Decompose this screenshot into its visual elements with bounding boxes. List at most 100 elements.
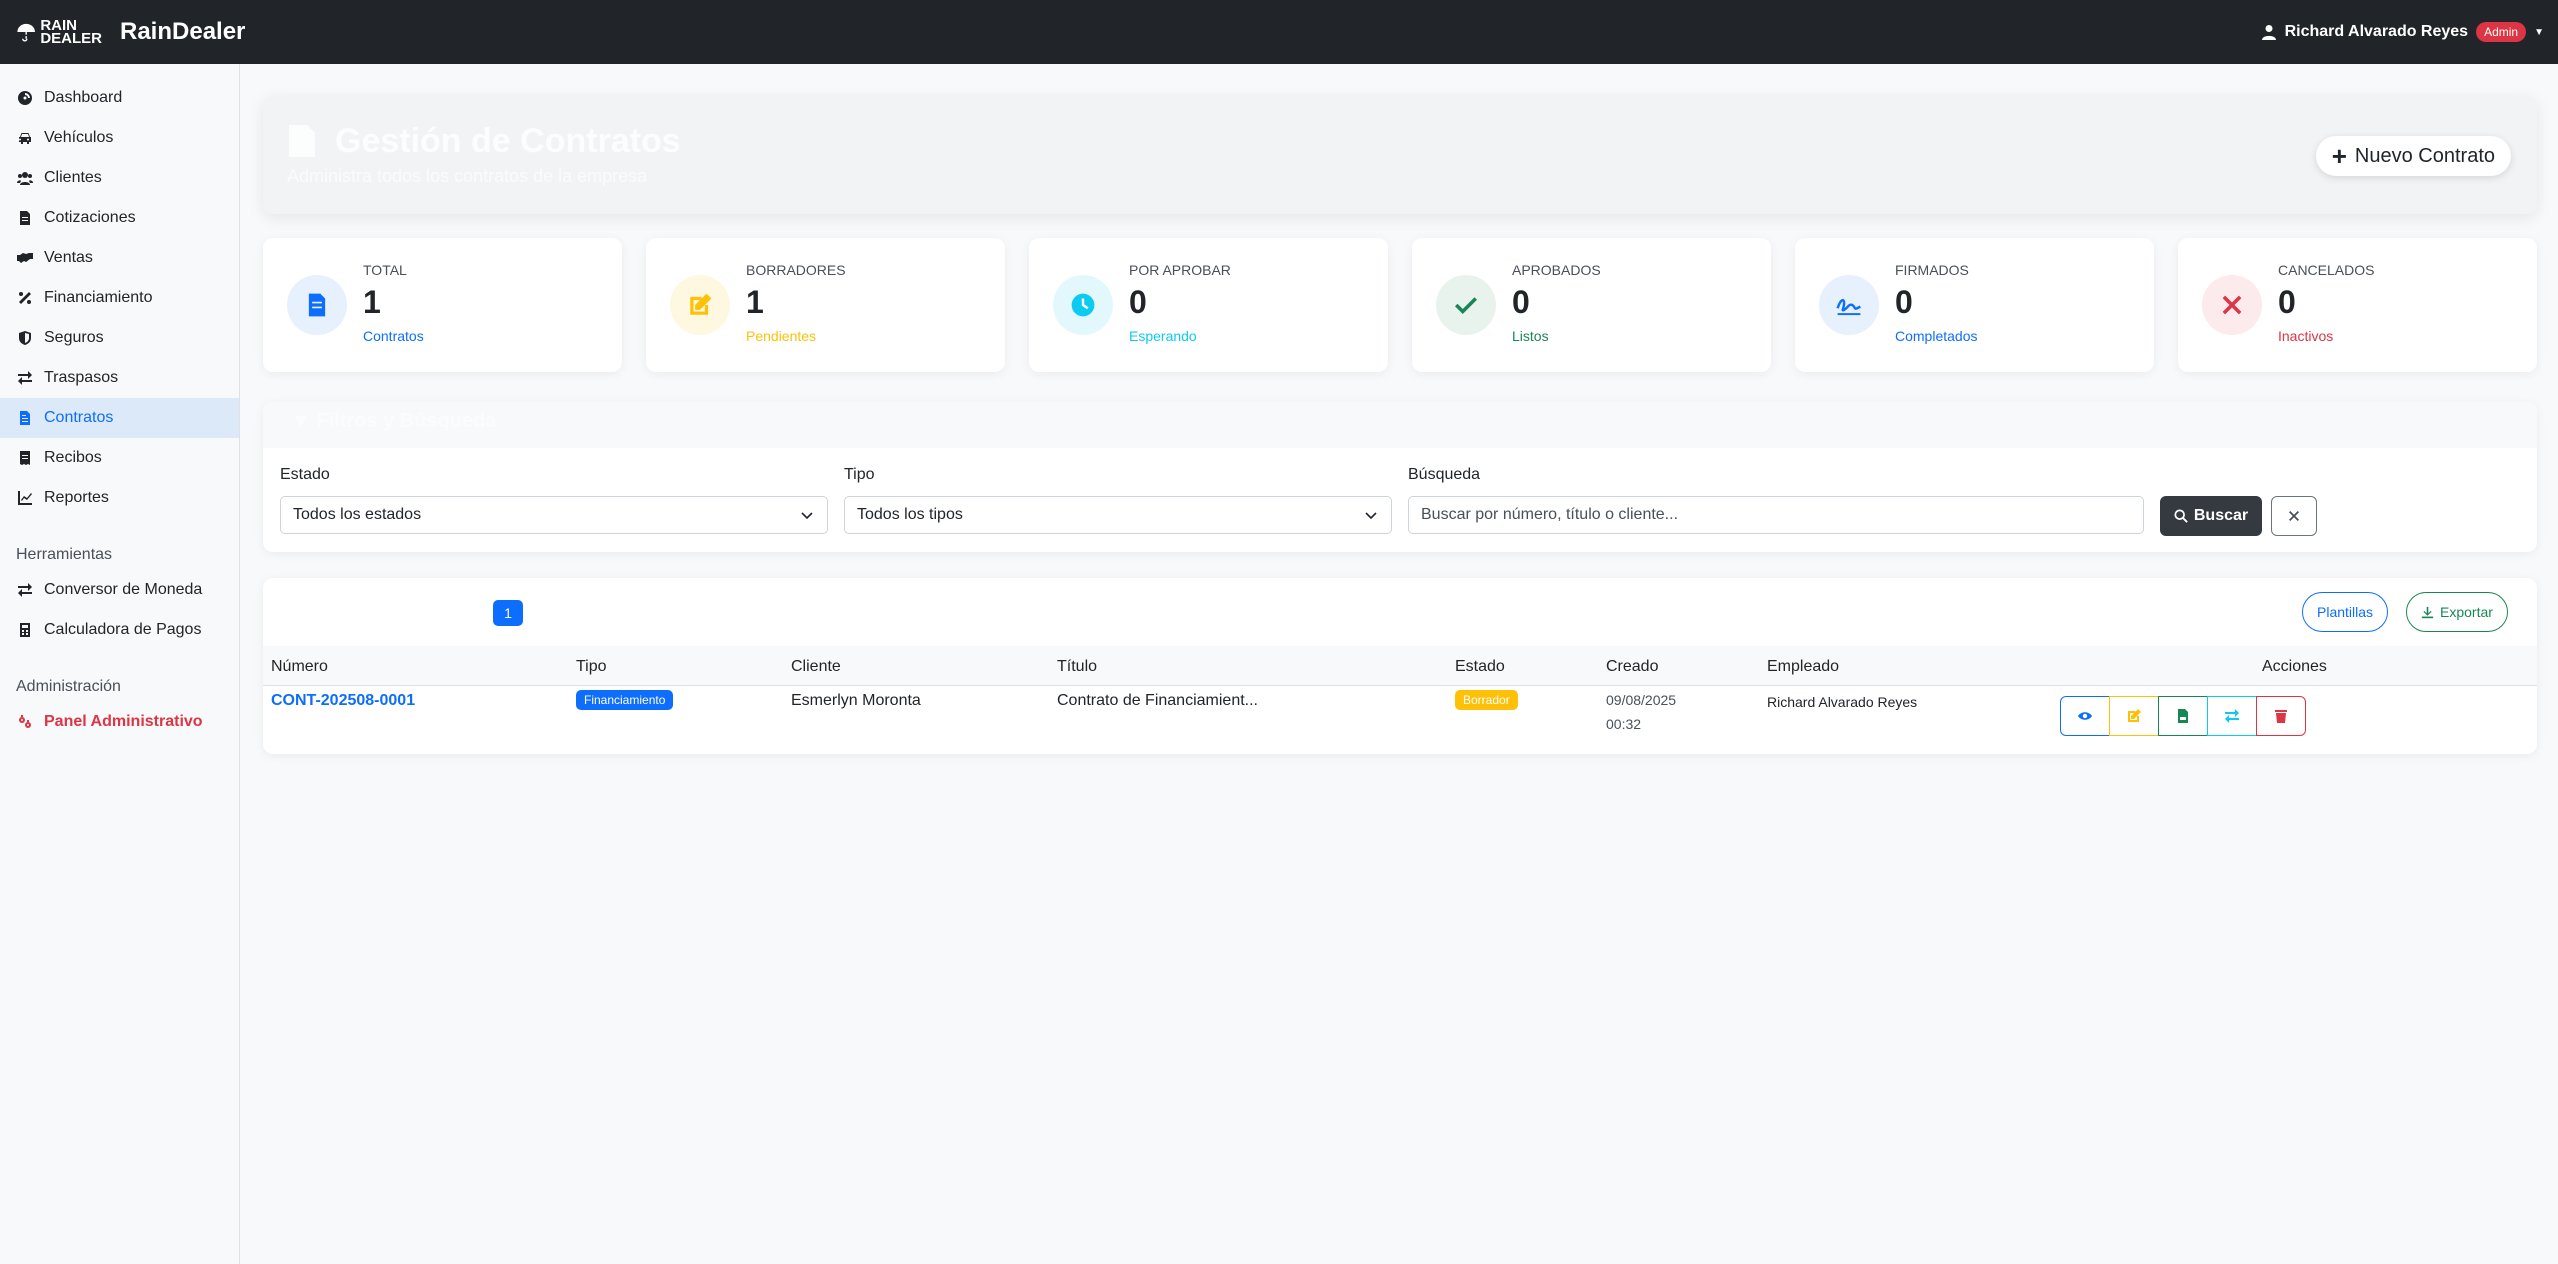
- sidebar-item-financiamiento[interactable]: Financiamiento: [0, 278, 239, 318]
- sidebar-item-panel-administrativo[interactable]: Panel Administrativo: [0, 702, 239, 742]
- sidebar-item-ventas[interactable]: Ventas: [0, 238, 239, 278]
- estado-select[interactable]: Todos los estados: [280, 496, 828, 534]
- tipo-select[interactable]: Todos los tipos: [844, 496, 1392, 534]
- stat-card-aprobados: APROBADOS 0 Listos: [1412, 238, 1771, 372]
- stat-value: 1: [363, 284, 381, 320]
- sidebar-item-calculadora-pagos[interactable]: Calculadora de Pagos: [0, 610, 239, 650]
- column-header-tipo[interactable]: Tipo: [576, 658, 607, 676]
- sidebar-item-seguros[interactable]: Seguros: [0, 318, 239, 358]
- sidebar-item-cotizaciones[interactable]: Cotizaciones: [0, 198, 239, 238]
- column-header-titulo[interactable]: Título: [1057, 658, 1097, 676]
- templates-button[interactable]: Plantillas: [2302, 592, 2389, 632]
- empleado-cell: Richard Alvarado Reyes: [1767, 694, 1918, 710]
- sidebar-item-recibos[interactable]: Recibos: [0, 438, 239, 478]
- sidebar-item-dashboard[interactable]: Dashboard: [0, 78, 239, 118]
- search-input[interactable]: [1408, 496, 2144, 534]
- edit-button[interactable]: [2109, 696, 2159, 736]
- filters-header: ▼ Filtros y Búsqueda: [263, 402, 2537, 448]
- car-icon: [16, 129, 34, 147]
- column-header-empleado[interactable]: Empleado: [1767, 658, 1839, 676]
- sidebar-item-label: Conversor de Moneda: [44, 581, 203, 598]
- stat-label: FIRMADOS: [1895, 262, 1969, 278]
- view-button[interactable]: [2060, 696, 2110, 736]
- stat-value: 0: [1512, 284, 1530, 320]
- column-header-acciones: Acciones: [2262, 658, 2327, 675]
- brand-logo[interactable]: RAIN DEALER: [16, 12, 102, 52]
- handshake-icon: [16, 249, 34, 267]
- sidebar-item-conversor-moneda[interactable]: Conversor de Moneda: [0, 570, 239, 610]
- receipt-icon: [16, 449, 34, 467]
- sidebar-item-clientes[interactable]: Clientes: [0, 158, 239, 198]
- row-actions: [2060, 696, 2306, 736]
- stat-card-borradores: BORRADORES 1 Pendientes: [646, 238, 1005, 372]
- signature-icon: [1819, 275, 1879, 335]
- user-icon: [2261, 25, 2276, 40]
- stat-sub: Contratos: [363, 328, 424, 344]
- sidebar-item-label: Ventas: [44, 249, 93, 266]
- sidebar: Dashboard Vehículos Clientes Cotizacione…: [0, 64, 240, 1264]
- stat-card-total: TOTAL 1 Contratos: [263, 238, 622, 372]
- change-status-button[interactable]: [2207, 696, 2257, 736]
- sidebar-item-label: Vehículos: [44, 129, 114, 146]
- stat-label: POR APROBAR: [1129, 262, 1231, 278]
- stat-sub: Listos: [1512, 328, 1549, 344]
- file-contract-icon: [287, 275, 347, 335]
- stat-sub: Inactivos: [2278, 328, 2334, 344]
- chevron-down-icon: [801, 512, 813, 520]
- caret-down-icon: ▼: [2534, 26, 2544, 38]
- check-icon: [1436, 275, 1496, 335]
- table-header: Número Tipo Cliente Título Estado Creado…: [263, 646, 2537, 686]
- stat-card-cancelados: CANCELADOS 0 Inactivos: [2178, 238, 2537, 372]
- edit-icon: [2128, 709, 2141, 722]
- stat-label: BORRADORES: [746, 262, 846, 278]
- main-content: Gestión de Contratos Administra todos lo…: [263, 96, 2537, 754]
- column-header-cliente[interactable]: Cliente: [791, 658, 841, 676]
- sidebar-item-label: Calculadora de Pagos: [44, 621, 202, 638]
- export-button[interactable]: Exportar: [2406, 592, 2508, 632]
- sidebar-item-label: Contratos: [44, 409, 114, 426]
- column-header-estado[interactable]: Estado: [1455, 658, 1505, 676]
- times-icon: [2202, 275, 2262, 335]
- pdf-button[interactable]: [2158, 696, 2208, 736]
- new-contract-button[interactable]: + Nuevo Contrato: [2315, 136, 2511, 176]
- search-button[interactable]: Buscar: [2160, 496, 2262, 536]
- eye-icon: [2078, 712, 2092, 720]
- stat-sub: Pendientes: [746, 328, 817, 344]
- clear-filters-button[interactable]: [2271, 496, 2317, 536]
- exchange-icon: [16, 581, 34, 599]
- clock-icon: [1053, 275, 1113, 335]
- sidebar-item-traspasos[interactable]: Traspasos: [0, 358, 239, 398]
- umbrella-logo-icon: [17, 23, 35, 42]
- titulo-cell: Contrato de Financiamient...: [1057, 692, 1258, 709]
- delete-button[interactable]: [2256, 696, 2306, 736]
- cogs-icon: [16, 713, 34, 731]
- templates-button-label: Plantillas: [2317, 604, 2374, 620]
- estado-select-value: Todos los estados: [293, 506, 422, 523]
- sidebar-heading-administracion: Administración: [16, 678, 121, 695]
- tipo-badge: Financiamiento: [576, 690, 674, 710]
- sidebar-item-label: Dashboard: [44, 89, 123, 106]
- creado-time: 00:32: [1606, 716, 1642, 732]
- creado-date: 09/08/2025: [1606, 692, 1677, 708]
- brand-name[interactable]: RainDealer: [120, 18, 245, 46]
- shield-icon: [16, 329, 34, 347]
- busqueda-label: Búsqueda: [1408, 466, 1481, 483]
- column-header-numero[interactable]: Número: [271, 658, 328, 676]
- stat-value: 0: [1129, 284, 1147, 320]
- sidebar-item-reportes[interactable]: Reportes: [0, 478, 239, 518]
- column-header-creado[interactable]: Creado: [1606, 658, 1658, 676]
- contracts-table-card: 1 Plantillas Exportar Número Tipo Client…: [263, 578, 2537, 754]
- status-badge: Borrador: [1455, 690, 1518, 710]
- top-navbar: RAIN DEALER RainDealer Richard Alvarado …: [0, 0, 2558, 64]
- sidebar-item-label: Reportes: [44, 489, 109, 506]
- user-menu[interactable]: Richard Alvarado Reyes Admin ▼: [2261, 0, 2544, 64]
- pagination-page[interactable]: 1: [493, 600, 523, 626]
- sidebar-item-vehiculos[interactable]: Vehículos: [0, 118, 239, 158]
- estado-cell: Borrador: [1455, 690, 1518, 710]
- tipo-select-value: Todos los tipos: [857, 506, 963, 523]
- contract-number-link[interactable]: CONT-202508-0001: [271, 692, 415, 710]
- calculator-icon: [16, 621, 34, 639]
- file-invoice-icon: [16, 209, 34, 227]
- sidebar-item-contratos[interactable]: Contratos: [0, 398, 239, 438]
- filters-heading: ▼ Filtros y Búsqueda: [291, 410, 496, 433]
